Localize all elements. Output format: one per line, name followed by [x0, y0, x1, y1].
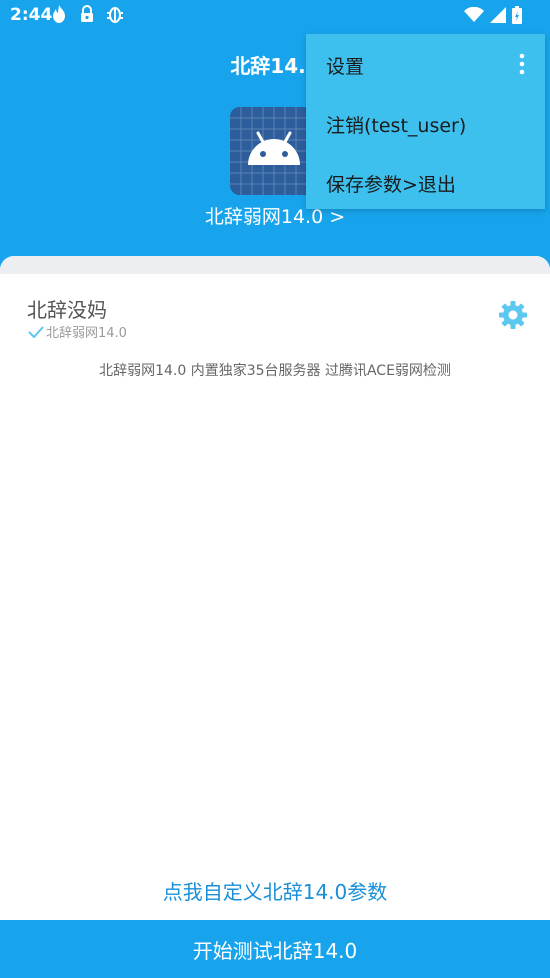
signal-icon	[490, 7, 506, 23]
description-text: 北辞弱网14.0 内置独家35台服务器 过腾讯ACE弱网检测	[99, 363, 451, 379]
lock-icon	[81, 5, 93, 22]
version-line: 北辞弱网14.0	[28, 322, 127, 341]
android-icon	[230, 107, 318, 195]
custom-params-link[interactable]: 点我自定义北辞14.0参数	[0, 876, 550, 905]
gear-icon[interactable]	[498, 300, 528, 330]
menu-item-logout[interactable]: 注销(test_user)	[326, 111, 466, 138]
status-icons-left	[50, 4, 124, 24]
version-label: 北辞弱网14.0	[46, 326, 127, 341]
battery-icon	[512, 6, 522, 24]
overflow-popup-menu: 设置 注销(test_user) 保存参数>退出	[306, 34, 545, 209]
start-test-button[interactable]: 开始测试北辞14.0	[0, 920, 550, 978]
status-time: 2:44	[10, 5, 53, 25]
bug-icon	[107, 7, 123, 23]
user-name: 北辞没妈	[27, 298, 107, 322]
wifi-icon	[464, 7, 484, 22]
more-vert-icon[interactable]	[519, 52, 525, 76]
menu-item-settings[interactable]: 设置	[326, 52, 364, 79]
flame-icon	[53, 5, 65, 23]
check-icon	[28, 325, 44, 338]
status-bar: 2:44	[0, 0, 550, 32]
card-top-band	[0, 256, 550, 274]
menu-item-save-exit[interactable]: 保存参数>退出	[326, 170, 456, 197]
app-logo	[230, 107, 318, 195]
status-icons-right	[464, 6, 522, 24]
